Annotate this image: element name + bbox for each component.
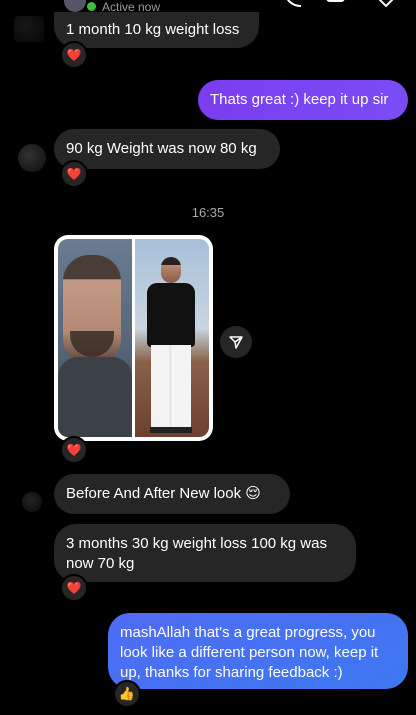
- video-icon[interactable]: [326, 0, 352, 8]
- after-shirt: [147, 283, 195, 347]
- reaction-heart[interactable]: ❤️: [60, 41, 88, 69]
- sender-avatar[interactable]: [18, 144, 46, 172]
- share-icon: [229, 336, 243, 349]
- before-sweater: [58, 357, 132, 437]
- reaction-thumbs-up[interactable]: 👍: [113, 680, 141, 708]
- phone-icon[interactable]: [282, 0, 304, 8]
- message-text: 1 month 10 kg weight loss: [66, 21, 240, 38]
- photo-message[interactable]: [54, 235, 213, 441]
- after-head: [161, 257, 181, 283]
- after-pants: [151, 345, 191, 431]
- heart-icon[interactable]: [374, 0, 398, 10]
- message-text: 90 kg Weight was now 80 kg: [66, 140, 257, 157]
- sender-avatar[interactable]: [14, 16, 44, 42]
- message-text: Before And After New look 😌: [66, 485, 261, 502]
- reaction-heart[interactable]: ❤️: [60, 436, 88, 464]
- header-avatar[interactable]: [64, 0, 86, 12]
- message-sent: Thats great :) keep it up sir: [198, 80, 408, 120]
- after-photo[interactable]: [135, 239, 209, 437]
- message-text: mashAllah that's a great progress, you l…: [120, 624, 379, 681]
- message-received: 1 month 10 kg weight loss: [54, 12, 259, 48]
- share-button[interactable]: [220, 326, 252, 358]
- message-sent: mashAllah that's a great progress, you l…: [108, 613, 408, 689]
- timestamp: 16:35: [191, 205, 225, 220]
- sender-avatar[interactable]: [22, 492, 42, 512]
- message-received: 90 kg Weight was now 80 kg: [54, 129, 280, 169]
- message-text: Thats great :) keep it up sir: [210, 91, 389, 108]
- reaction-heart[interactable]: ❤️: [60, 160, 88, 188]
- message-received: Before And After New look 😌: [54, 474, 290, 514]
- message-text: 3 months 30 kg weight loss 100 kg was no…: [66, 535, 327, 572]
- before-photo[interactable]: [58, 239, 132, 437]
- reaction-heart[interactable]: ❤️: [60, 574, 88, 602]
- message-received: 3 months 30 kg weight loss 100 kg was no…: [54, 524, 356, 582]
- online-indicator: [87, 2, 96, 11]
- after-shoes: [150, 427, 192, 433]
